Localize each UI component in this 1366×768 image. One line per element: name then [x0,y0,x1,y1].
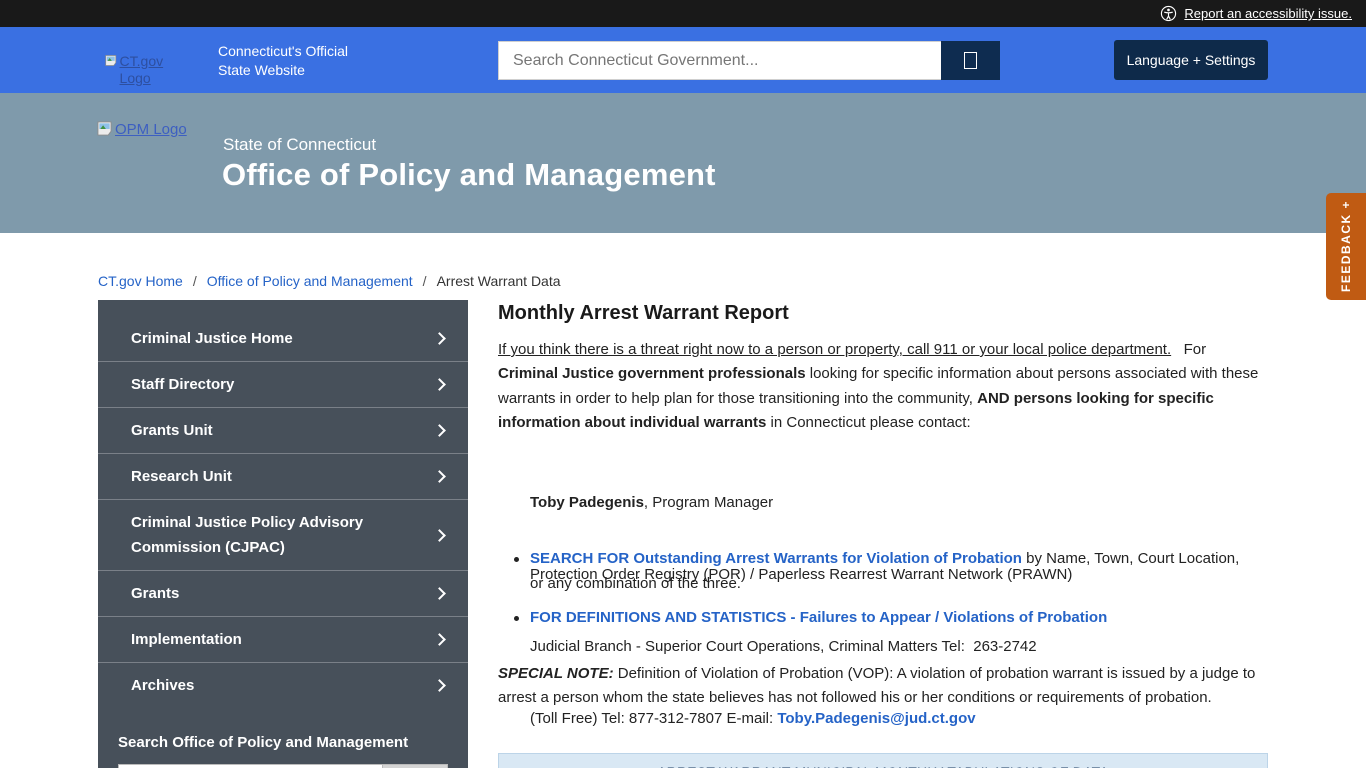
link-list: SEARCH FOR Outstanding Arrest Warrants f… [512,547,1252,641]
emergency-notice: If you think there is a threat right now… [498,341,1171,358]
ctgov-logo-alt-text: CT.gov Logo [120,53,180,87]
site-header: CT.gov Logo Connecticut's Official State… [0,27,1366,93]
accessibility-icon [1160,5,1177,22]
breadcrumb-separator: / [193,273,197,289]
page-title: Monthly Arrest Warrant Report [498,302,789,325]
sidebar-item-label: Research Unit [131,464,232,489]
sidebar-item-research-unit[interactable]: Research Unit [98,454,468,500]
contact-email-link[interactable]: Toby.Padegenis@jud.ct.gov [777,710,975,727]
broken-image-icon [97,121,112,136]
sidebar-item-label: Grants [131,581,179,606]
sidebar-item-label: Staff Directory [131,372,234,397]
sidebar-item-label: Criminal Justice Home [131,326,293,351]
sidebar-search: Search Office of Policy and Management [98,708,468,768]
chevron-right-icon [433,424,446,437]
sidebar-item-staff-directory[interactable]: Staff Directory [98,362,468,408]
content-link[interactable]: FOR DEFINITIONS AND STATISTICS - Failure… [530,609,1107,626]
sidebar-search-input[interactable] [118,764,382,768]
list-item: SEARCH FOR Outstanding Arrest Warrants f… [512,547,1252,596]
sidebar-item-label: Implementation [131,627,242,652]
sidebar-item-criminal-justice-home[interactable]: Criminal Justice Home [98,316,468,362]
page: Report an accessibility issue. CT.gov Lo… [0,0,1366,768]
chevron-right-icon [433,633,446,646]
breadcrumb-item[interactable]: CT.gov Home [98,273,183,289]
contact-name: Toby Padegenis [530,494,644,511]
opm-logo-alt-text: OPM Logo [115,121,187,138]
broken-image-icon [105,53,117,68]
chevron-right-icon [433,470,446,483]
sidebar-item-label: Grants Unit [131,418,213,443]
agency-banner: OPM Logo State of Connecticut Office of … [0,93,1366,233]
sidebar-nav: Criminal Justice Home Staff Directory Gran… [98,300,468,768]
breadcrumb-separator: / [423,273,427,289]
global-search-input[interactable] [498,41,941,80]
language-settings-button[interactable]: Language + Settings [1114,40,1268,80]
banner-state-label: State of Connecticut [223,135,376,155]
report-accessibility-link[interactable]: Report an accessibility issue. [1184,6,1352,21]
sidebar-item-archives[interactable]: Archives [98,663,468,708]
tabulations-table-header: ARREST WARRANT MUNICIPAL MONTHLY TABULAT… [498,753,1268,768]
chevron-right-icon [433,529,446,542]
sidebar-item-label: Criminal Justice Policy Advisory Commiss… [131,510,401,560]
breadcrumb-item: Arrest Warrant Data [437,273,561,289]
banner-agency-title: Office of Policy and Management [222,157,716,193]
list-item: FOR DEFINITIONS AND STATISTICS - Failure… [512,606,1252,631]
feedback-tab[interactable]: FEEDBACK + [1326,193,1366,300]
search-icon [964,52,977,69]
sidebar-item-grants[interactable]: Grants [98,571,468,617]
sidebar-item-criminal-justice-policy-advisory-commission-cjpac[interactable]: Criminal Justice Policy Advisory Commiss… [98,500,468,571]
special-note: SPECIAL NOTE: Definition of Violation of… [498,662,1268,710]
sidebar-search-button[interactable] [382,764,448,768]
sidebar-item-label: Archives [131,673,194,698]
breadcrumb-item[interactable]: Office of Policy and Management [207,273,413,289]
sidebar-search-heading: Search Office of Policy and Management [118,734,448,751]
opm-logo-broken-image[interactable]: OPM Logo [97,121,187,138]
chevron-right-icon [433,679,446,692]
global-search [498,41,1000,80]
sidebar-item-grants-unit[interactable]: Grants Unit [98,408,468,454]
content-link[interactable]: SEARCH FOR Outstanding Arrest Warrants f… [530,550,1022,567]
top-accessibility-bar: Report an accessibility issue. [0,0,1366,27]
ctgov-logo-broken-image[interactable]: CT.gov Logo [105,53,180,87]
sidebar-item-implementation[interactable]: Implementation [98,617,468,663]
feedback-tab-label: FEEDBACK + [1339,200,1353,292]
site-tagline: Connecticut's Official State Website [218,42,348,80]
chevron-right-icon [433,378,446,391]
chevron-right-icon [433,332,446,345]
intro-paragraph: If you think there is a threat right now… [498,338,1268,435]
global-search-button[interactable] [941,41,1000,80]
chevron-right-icon [433,587,446,600]
breadcrumb: CT.gov Home / Office of Policy and Managem… [98,273,561,289]
